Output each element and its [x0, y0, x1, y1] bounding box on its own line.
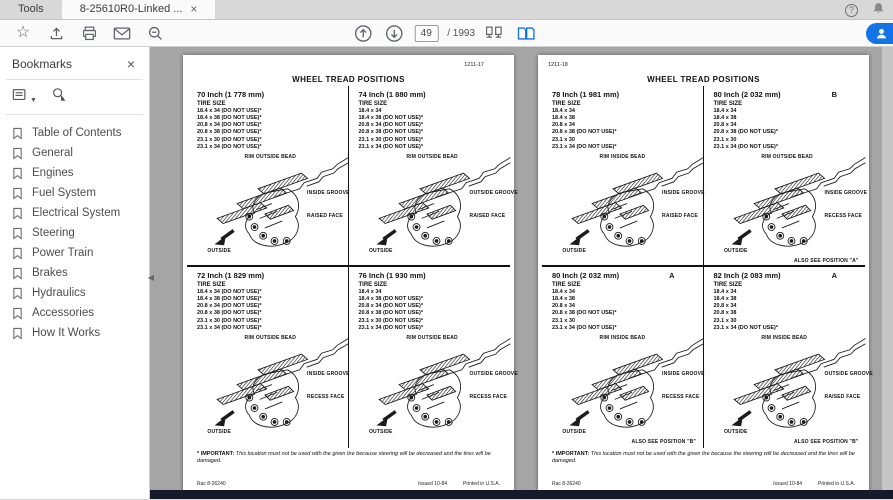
tire-size-list: 18.4 x 34 18.4 x 38 20.8 x 34 20.8 x 38 … — [552, 289, 617, 331]
axle-diagram: RIM OUTSIDE BEAD OUTSIDE GROOVE RAISED F… — [368, 153, 518, 254]
page-footer: Rac 8-26240 Issued 10-84 Printed in U.S.A… — [197, 481, 500, 487]
tread-position-76-inch: 76 Inch (1 930 mm) TIRE SIZE 18.4 x 34 1… — [349, 267, 518, 448]
bookmark-item-hydraulics[interactable]: Hydraulics — [12, 283, 149, 303]
bell-icon[interactable] — [872, 1, 885, 20]
page-number-input[interactable] — [414, 24, 439, 42]
bookmark-item-power-train[interactable]: Power Train — [12, 243, 149, 263]
tire-size-list: 18.4 x 34 (DO NOT USE)* 18.4 x 38 (DO NO… — [197, 289, 262, 331]
next-page-icon[interactable] — [383, 22, 405, 44]
page-number: 1211-18 — [548, 62, 568, 68]
axle-diagram: RIM INSIDE BEAD INSIDE GROOVE RECESS FAC… — [562, 334, 706, 445]
find-current-bookmark-icon[interactable] — [51, 87, 66, 107]
tire-size-list: 18.4 x 34 18.4 x 38 (DO NOT USE)* 20.8 x… — [358, 108, 424, 150]
bookmarks-list: Table of Contents General Engines Fuel S… — [0, 115, 149, 343]
bookmarks-panel-title: Bookmarks — [12, 57, 73, 71]
bookmark-item-table-of-contents[interactable]: Table of Contents — [12, 123, 149, 143]
tread-position-74-inch: 74 Inch (1 880 mm) TIRE SIZE 18.4 x 34 1… — [348, 86, 518, 267]
tread-position-78-inch: 78 Inch (1 981 mm) TIRE SIZE 18.4 x 34 1… — [542, 86, 706, 267]
vertical-scrollbar[interactable] — [882, 47, 893, 490]
bookmark-item-fuel-system[interactable]: Fuel System — [12, 183, 149, 203]
bookmark-item-accessories[interactable]: Accessories — [12, 303, 149, 323]
page-number: 1211-17 — [464, 62, 484, 68]
axle-diagram: RIM OUTSIDE BEAD INSIDE GROOVE RAISED FA… — [207, 153, 351, 254]
tab-tools-label: Tools — [18, 3, 44, 15]
axle-diagram: RIM INSIDE BEAD INSIDE GROOVE RAISED FAC… — [562, 153, 706, 254]
tread-position-82-inch-a: 82 Inch (2 083 mm) A TIRE SIZE 18.4 x 34 … — [713, 271, 873, 445]
pdf-page-left: 1211-17 WHEEL TREAD POSITIONS 70 Inch (1… — [183, 55, 518, 493]
print-icon[interactable] — [78, 22, 100, 44]
previous-page-icon[interactable] — [352, 22, 374, 44]
tire-size-list: 18.4 x 34 18.4 x 38 20.8 x 34 20.8 x 38 … — [713, 108, 779, 150]
tire-size-list: 18.4 x 34 (DO NOT USE)* 18.4 x 38 (DO NO… — [197, 108, 262, 150]
tab-bar: Tools 8-25610R0-Linked ... × ? — [0, 0, 893, 20]
important-footnote: * IMPORTANT: This location must not be u… — [552, 451, 855, 465]
tread-position-72-inch: 72 Inch (1 829 mm) TIRE SIZE 18.4 x 34 (… — [187, 267, 351, 448]
bookmark-item-steering[interactable]: Steering — [12, 223, 149, 243]
bottom-taskbar-strip — [150, 490, 893, 499]
axle-diagram: RIM INSIDE BEAD OUTSIDE GROOVE RAISED FA… — [723, 334, 873, 445]
page-count-label: / 1993 — [447, 27, 476, 39]
email-icon[interactable] — [111, 22, 133, 44]
share-upload-icon[interactable] — [45, 22, 67, 44]
two-page-view-icon[interactable] — [515, 22, 537, 44]
bookmarks-close-icon[interactable]: × — [127, 57, 135, 71]
tab-tools[interactable]: Tools — [0, 0, 62, 19]
document-view[interactable]: 1211-17 WHEEL TREAD POSITIONS 70 Inch (1… — [150, 47, 893, 499]
tire-size-list: 18.4 x 34 18.4 x 38 (DO NOT USE)* 20.8 x… — [358, 289, 424, 331]
help-icon[interactable]: ? — [845, 3, 858, 17]
tread-position-80-inch-a: 80 Inch (2 032 mm) A TIRE SIZE 18.4 x 34 … — [542, 267, 706, 448]
tab-close-icon[interactable]: × — [190, 3, 197, 15]
important-footnote: * IMPORTANT: This location must not be u… — [197, 451, 491, 465]
toolbar: ☆ / 1993 — [0, 20, 893, 47]
search-magnifier-icon[interactable] — [144, 22, 166, 44]
bookmark-item-how-it-works[interactable]: How It Works — [12, 323, 149, 343]
tread-position-80-inch-b: 80 Inch (2 032 mm) B TIRE SIZE 18.4 x 34 … — [703, 86, 868, 267]
tire-size-list: 18.4 x 34 18.4 x 38 20.8 x 34 20.8 x 38 … — [713, 289, 779, 331]
page-title: WHEEL TREAD POSITIONS — [647, 75, 760, 84]
bookmarks-panel: Bookmarks × ▼ Table of Contents General … — [0, 47, 150, 499]
bookmark-item-electrical-system[interactable]: Electrical System — [12, 203, 149, 223]
page-title: WHEEL TREAD POSITIONS — [292, 75, 405, 84]
bookmark-item-general[interactable]: General — [12, 143, 149, 163]
tab-document-label: 8-25610R0-Linked ... — [79, 3, 183, 15]
axle-diagram: RIM OUTSIDE BEAD INSIDE GROOVE RECESS FA… — [207, 334, 351, 435]
bookmark-item-engines[interactable]: Engines — [12, 163, 149, 183]
tab-document[interactable]: 8-25610R0-Linked ... × — [61, 0, 216, 19]
axle-diagram: RIM OUTSIDE BEAD OUTSIDE GROOVE RECESS F… — [368, 334, 518, 435]
bookmark-item-brakes[interactable]: Brakes — [12, 263, 149, 283]
organize-pages-icon[interactable] — [484, 22, 506, 44]
tread-position-70-inch: 70 Inch (1 778 mm) TIRE SIZE 18.4 x 34 (… — [187, 86, 351, 267]
axle-diagram: RIM OUTSIDE BEAD INSIDE GROOVE RECESS FA… — [723, 153, 868, 264]
favorite-star-icon[interactable]: ☆ — [12, 22, 34, 44]
acrobat-window: Tools 8-25610R0-Linked ... × ? ☆ 49 / 19… — [0, 0, 893, 500]
page-footer: Rac 8-26240 Issued 10-84 Printed in U.S.A… — [552, 481, 855, 487]
sidebar-collapse-icon[interactable]: ◀ — [146, 262, 156, 292]
tire-size-list: 18.4 x 34 18.4 x 38 20.8 x 34 20.8 x 38 … — [552, 108, 617, 150]
bookmark-options-icon[interactable]: ▼ — [12, 88, 37, 107]
sign-in-person-button[interactable] — [866, 23, 893, 44]
pdf-page-right: 1211-18 WHEEL TREAD POSITIONS 78 Inch (1… — [538, 55, 873, 493]
